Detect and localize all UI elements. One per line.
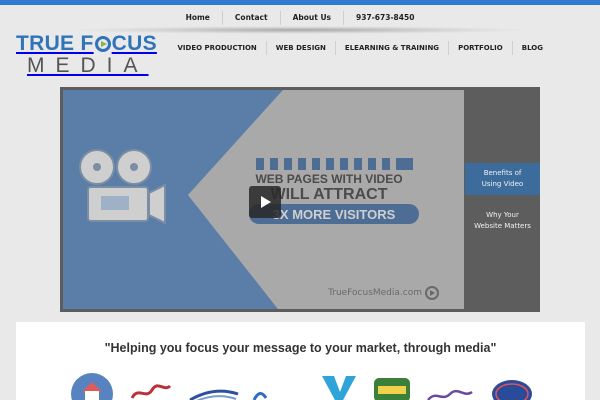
slide-tab-line1: Why Your [486, 211, 519, 219]
nav-portfolio[interactable]: PORTFOLIO [448, 41, 512, 55]
content-card: "Helping you focus your message to your … [16, 322, 585, 400]
logo-focus-o-icon [94, 36, 111, 52]
v-logo-icon[interactable] [318, 372, 358, 400]
nav-elearning-training[interactable]: ELEARNING & TRAINING [334, 41, 448, 55]
swoosh-logo-icon[interactable] [188, 372, 240, 400]
slide-tab-line1: Benefits of [483, 169, 522, 177]
video-player[interactable]: WEB PAGES WITH VIDEO WILL ATTRACT 3X MOR… [63, 90, 464, 309]
logo-cus: CUS [111, 32, 157, 55]
play-button[interactable] [249, 186, 281, 218]
svg-text:WEB PAGES WITH VIDEO: WEB PAGES WITH VIDEO [255, 172, 402, 186]
top-accent-bar [0, 0, 600, 5]
svg-text:WILL ATTRACT: WILL ATTRACT [270, 186, 387, 203]
slide-tab-website-matters[interactable]: Why Your Website Matters [465, 205, 540, 237]
site-logo[interactable]: TRUE F CUS MEDIA [16, 33, 176, 77]
slider-side-panel: Benefits of Using Video Why Your Website… [465, 87, 540, 312]
nav-web-design[interactable]: WEB DESIGN [265, 41, 335, 55]
wave-logo-icon[interactable] [252, 372, 300, 400]
nav-contact-link[interactable]: Contact [221, 11, 280, 25]
logo-wordmark-top: TRUE F CUS [16, 33, 176, 55]
svg-text:3X MORE VISITORS: 3X MORE VISITORS [273, 207, 396, 222]
script-logo-icon[interactable] [128, 372, 174, 400]
logo-wordmark-media: MEDIA [27, 54, 149, 77]
slide-tab-label: Benefits of Using Video [482, 168, 523, 190]
nav-blog[interactable]: BLOG [511, 41, 552, 55]
slide-tab-line2: Website Matters [474, 222, 531, 230]
hero-slider: WEB PAGES WITH VIDEO WILL ATTRACT 3X MOR… [60, 87, 540, 312]
slide-tab-label: Why Your Website Matters [474, 210, 531, 232]
slide-tab-benefits-of-video[interactable]: Benefits of Using Video [465, 163, 540, 195]
video-watermark: TrueFocusMedia.com [328, 288, 422, 298]
nav-home-link[interactable]: Home [174, 11, 222, 25]
play-circle-icon [425, 286, 439, 300]
oval-logo-icon[interactable] [490, 372, 534, 400]
house-logo-icon[interactable] [68, 372, 116, 400]
nav-about-link[interactable]: About Us [279, 11, 343, 25]
final-logo-icon[interactable] [370, 372, 414, 400]
nav-phone-link[interactable]: 937-673-8450 [343, 11, 426, 25]
nav-video-production[interactable]: VIDEO PRODUCTION [169, 41, 266, 55]
utility-nav: Home Contact About Us 937-673-8450 [0, 8, 600, 28]
tagline-heading: "Helping you focus your message to your … [104, 341, 497, 355]
main-nav: VIDEO PRODUCTION WEB DESIGN ELEARNING & … [169, 38, 553, 58]
logo-true-f: TRUE F [16, 32, 94, 55]
slide-tab-line2: Using Video [481, 180, 524, 188]
scribble-logo-icon[interactable] [424, 372, 476, 400]
